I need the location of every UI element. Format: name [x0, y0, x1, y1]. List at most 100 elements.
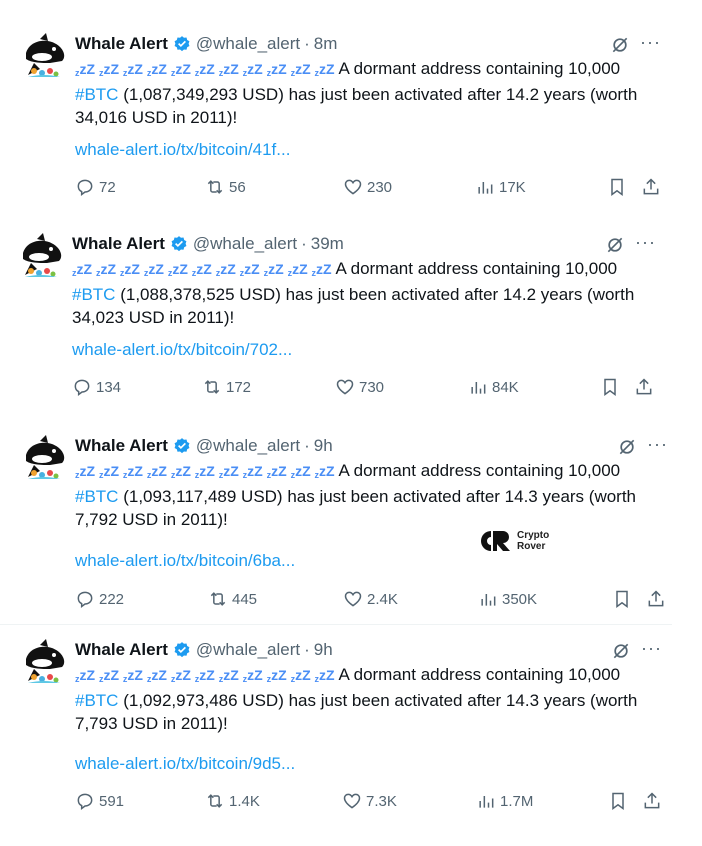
- divider: [0, 624, 672, 625]
- more-icon[interactable]: ···: [641, 639, 662, 657]
- more-icon[interactable]: ···: [635, 233, 656, 251]
- bookmark-icon: [616, 590, 628, 608]
- repost-count: 56: [229, 178, 246, 196]
- zzz-icon: zzZ: [167, 261, 188, 278]
- tweet[interactable]: Whale Alert @whale_alert · 9h ··· zzZ zz…: [20, 435, 690, 635]
- zzz-icon: zzZ: [218, 667, 239, 684]
- action-bar: 134 172 730 84K: [72, 375, 662, 399]
- grok-icon[interactable]: [610, 35, 630, 55]
- action-bar: 591 1.4K 7.3K 1.7M: [75, 789, 665, 813]
- like-button[interactable]: 730: [335, 375, 384, 399]
- like-count: 7.3K: [366, 792, 397, 810]
- zzz-icon: zzZ: [266, 61, 287, 78]
- zzz-icon: zzZ: [287, 261, 308, 278]
- tweet-text: zzZ zzZ zzZ zzZ zzZ zzZ zzZ zzZ zzZ zzZ …: [75, 663, 665, 735]
- tweet-header: Whale Alert @whale_alert · 9h: [75, 435, 333, 457]
- zzz-icon: zzZ: [95, 261, 117, 278]
- zzz-icon: zzZ: [75, 667, 96, 684]
- repost-button[interactable]: 445: [208, 587, 257, 611]
- repost-button[interactable]: 172: [202, 375, 251, 399]
- timestamp[interactable]: 39m: [311, 234, 344, 254]
- display-name[interactable]: Whale Alert: [75, 34, 168, 54]
- share-button[interactable]: [646, 587, 670, 611]
- timestamp[interactable]: 9h: [314, 436, 333, 456]
- grok-icon[interactable]: [611, 641, 631, 661]
- hashtag-link[interactable]: #BTC: [75, 691, 118, 710]
- tx-link[interactable]: whale-alert.io/tx/bitcoin/41f...: [75, 140, 290, 160]
- reply-count: 72: [99, 178, 116, 196]
- reply-button[interactable]: 591: [75, 789, 124, 813]
- views-button[interactable]: 84K: [468, 375, 519, 399]
- repost-button[interactable]: 1.4K: [205, 789, 260, 813]
- bookmark-button[interactable]: [600, 375, 624, 399]
- whale-avatar-icon: [23, 233, 62, 277]
- repost-icon: [207, 180, 223, 194]
- like-button[interactable]: 2.4K: [343, 587, 398, 611]
- zzz-icon: zzZ: [290, 667, 311, 684]
- bookmark-button[interactable]: [612, 587, 636, 611]
- tweet-header: Whale Alert @whale_alert · 8m: [75, 33, 337, 55]
- zzz-icon: zzZ: [170, 61, 191, 78]
- more-icon[interactable]: ···: [647, 435, 668, 453]
- separator: ·: [301, 234, 307, 253]
- heart-icon: [336, 379, 354, 395]
- crypto-rover-text: Crypto Rover: [517, 530, 549, 552]
- timestamp[interactable]: 8m: [314, 34, 338, 54]
- bookmark-button[interactable]: [608, 789, 632, 813]
- hashtag-link[interactable]: #BTC: [72, 285, 115, 304]
- tweet-header: Whale Alert @whale_alert · 9h: [75, 639, 333, 661]
- display-name[interactable]: Whale Alert: [75, 640, 168, 660]
- handle[interactable]: @whale_alert: [196, 436, 300, 456]
- tx-link[interactable]: whale-alert.io/tx/bitcoin/6ba...: [75, 551, 295, 571]
- avatar[interactable]: [20, 33, 68, 81]
- handle[interactable]: @whale_alert: [196, 640, 300, 660]
- grok-icon[interactable]: [617, 437, 637, 457]
- whale-avatar-icon: [26, 435, 65, 479]
- zzz-icon: zzZ: [191, 261, 212, 278]
- reply-icon: [77, 591, 93, 608]
- tx-link[interactable]: whale-alert.io/tx/bitcoin/9d5...: [75, 754, 295, 774]
- zzz-emoji-row: zzZ zzZ zzZ zzZ zzZ zzZ zzZ zzZ zzZ zzZ …: [75, 667, 338, 684]
- share-icon: [636, 378, 652, 395]
- repost-count: 172: [226, 378, 252, 396]
- avatar[interactable]: [20, 435, 68, 483]
- reply-button[interactable]: 72: [75, 175, 116, 199]
- tweet-text-main: A dormant address containing 10,000: [338, 461, 621, 480]
- views-button[interactable]: 350K: [478, 587, 537, 611]
- hashtag-link[interactable]: #BTC: [75, 85, 118, 104]
- timestamp[interactable]: 9h: [314, 640, 333, 660]
- handle[interactable]: @whale_alert: [193, 234, 297, 254]
- avatar[interactable]: [17, 233, 65, 281]
- more-icon[interactable]: ···: [640, 33, 661, 51]
- tweet-text-rest: (1,088,378,525 USD) has just been activa…: [72, 285, 635, 327]
- tweet[interactable]: Whale Alert @whale_alert · 9h ··· zzZ zz…: [20, 639, 690, 839]
- share-button[interactable]: [641, 175, 665, 199]
- zzz-icon: zzZ: [290, 463, 311, 480]
- tweet[interactable]: Whale Alert @whale_alert · 39m ··· zzZ z…: [17, 233, 687, 433]
- views-button[interactable]: 1.7M: [476, 789, 533, 813]
- tweet-text-main: A dormant address containing 10,000: [335, 259, 618, 278]
- bookmark-button[interactable]: [607, 175, 631, 199]
- zzz-icon: zzZ: [218, 463, 239, 480]
- display-name[interactable]: Whale Alert: [72, 234, 165, 254]
- tweet-text: zzZ zzZ zzZ zzZ zzZ zzZ zzZ zzZ zzZ zzZ …: [75, 57, 665, 129]
- tx-link[interactable]: whale-alert.io/tx/bitcoin/702...: [72, 340, 292, 360]
- views-button[interactable]: 17K: [475, 175, 526, 199]
- share-button[interactable]: [634, 375, 658, 399]
- share-button[interactable]: [642, 789, 666, 813]
- hashtag-link[interactable]: #BTC: [75, 487, 118, 506]
- action-bar: 72 56 230 17K: [75, 175, 665, 199]
- display-name[interactable]: Whale Alert: [75, 436, 168, 456]
- tweet[interactable]: Whale Alert @whale_alert · 8m ··· zzZ zz…: [20, 33, 690, 233]
- zzz-icon: zzZ: [215, 261, 236, 278]
- handle[interactable]: @whale_alert: [196, 34, 300, 54]
- avatar[interactable]: [20, 639, 68, 687]
- like-button[interactable]: 230: [343, 175, 392, 199]
- like-button[interactable]: 7.3K: [342, 789, 397, 813]
- share-icon: [643, 178, 659, 195]
- grok-icon[interactable]: [605, 235, 625, 255]
- repost-button[interactable]: 56: [205, 175, 246, 199]
- reply-button[interactable]: 134: [72, 375, 121, 399]
- zzz-icon: zzZ: [98, 667, 120, 684]
- reply-button[interactable]: 222: [75, 587, 124, 611]
